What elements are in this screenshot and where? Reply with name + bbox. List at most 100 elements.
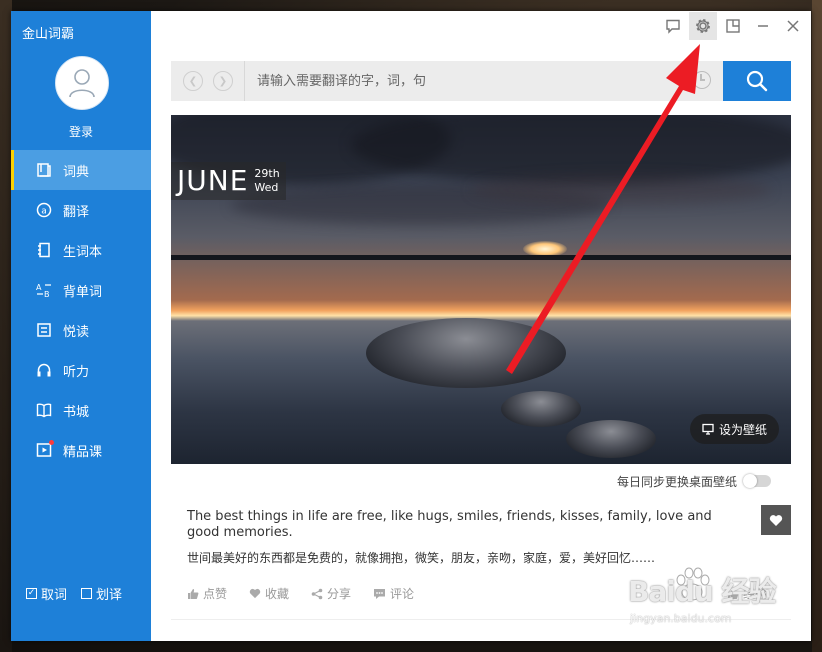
avatar[interactable] [55,56,109,110]
select-translate-checkbox[interactable] [81,588,93,599]
feedback-button[interactable] [659,12,687,40]
search-icon [746,70,768,92]
date-details: 29th Wed [254,167,279,195]
title-bar-controls [659,11,811,41]
wordbook-icon [35,241,53,259]
history-icon[interactable] [693,71,711,89]
option-label: 取词 [41,588,68,603]
minimize-icon [758,25,768,27]
set-wallpaper-label: 设为壁纸 [718,422,767,437]
date-month: JUNE [177,164,249,197]
flashcards-icon: AB [35,281,53,299]
share-label: 分享 [327,587,352,601]
forward-button[interactable]: ❯ [213,71,233,91]
rock [501,391,581,427]
new-badge [49,440,54,445]
svg-text:B: B [44,290,50,298]
close-icon [787,20,799,32]
settings-button[interactable] [689,12,717,40]
comment-label: 评论 [390,587,415,601]
set-wallpaper-button[interactable]: 设为壁纸 [689,414,779,444]
comment-icon [374,588,386,599]
sidebar-item-label: 精品课 [63,444,103,460]
chevron-left-icon: ❮ [188,75,198,87]
sidebar-item-label: 背单词 [63,284,103,300]
search-divider [244,61,245,101]
horizon [171,255,791,260]
sidebar-item-wordbook[interactable]: 生词本 [11,230,151,270]
favorite-button[interactable] [761,505,791,535]
option-select-translate[interactable]: 划译 [81,584,122,603]
sidebar-item-label: 词典 [63,164,90,180]
thumbs-up-icon [188,588,199,599]
mini-mode-icon [726,19,740,33]
heart-icon [249,588,261,599]
cloud [351,115,791,185]
comment-button[interactable]: 评论 [373,585,414,602]
sidebar-item-translate[interactable]: a 翻译 [11,190,151,230]
login-link[interactable]: 登录 [11,123,151,140]
date-badge: JUNE 29th Wed [171,162,286,200]
feedback-icon [666,19,680,34]
heart-icon [769,514,783,526]
like-button[interactable]: 点赞 [187,585,227,602]
headphones-icon [35,361,53,379]
course-icon [35,440,54,459]
search-button[interactable] [723,61,791,101]
like-label: 点赞 [203,587,228,601]
svg-text:A: A [36,283,42,292]
app-title: 金山词霸 [22,27,75,42]
mini-mode-button[interactable] [719,12,747,40]
option-word-capture[interactable]: ✓ 取词 [26,584,67,603]
collect-label: 收藏 [265,587,290,601]
close-button[interactable] [779,12,807,40]
option-label: 划译 [96,588,123,603]
dictionary-icon [35,161,53,179]
user-icon [69,69,95,98]
book-store-icon [35,401,53,419]
sidebar-item-label: 书城 [63,404,90,420]
rock [366,318,566,388]
sidebar-item-label: 悦读 [63,324,90,340]
quote-actions: 点赞 收藏 分享 评论 [187,585,414,602]
back-button[interactable]: ❮ [183,71,203,91]
sidebar-item-flashcards[interactable]: AB 背单词 [11,270,151,310]
chevron-right-icon: ❯ [218,75,228,87]
app-window: 金山词霸 登录 词典 a 翻译 生词本 A B 背单词 悦读 听力 书城 精品课… [11,11,811,641]
watermark-sub: jingyan.baidu.com [630,612,732,625]
sidebar-item-label: 生词本 [63,244,103,260]
share-icon [311,588,323,599]
monitor-icon [702,423,714,435]
sidebar-nav: 词典 a 翻译 生词本 AB 背单词 悦读 听力 书城 精品课 [11,150,151,470]
rock [566,420,656,458]
sidebar-options: ✓ 取词 划译 [26,584,122,603]
sidebar-item-listening[interactable]: 听力 [11,350,151,390]
daily-wallpaper: JUNE 29th Wed 设为壁纸 [171,115,791,464]
sync-toggle[interactable] [743,474,771,488]
sync-label: 每日同步更换桌面壁纸 [616,474,737,489]
word-capture-checkbox[interactable]: ✓ [26,588,37,599]
sidebar-item-reading[interactable]: 悦读 [11,310,151,350]
sidebar-item-dictionary[interactable]: 词典 [11,150,151,190]
gear-icon [696,19,710,33]
collect-button[interactable]: 收藏 [249,585,289,602]
minimize-button[interactable] [749,12,777,40]
watermark: Baidu 经验 jingyan.baidu.com [600,556,800,636]
quote-english: The best things in life are free, like h… [187,509,712,540]
search-input[interactable] [257,61,697,101]
sidebar-item-course[interactable]: 精品课 [11,430,151,470]
reading-icon [35,321,53,339]
sidebar-item-label: 翻译 [63,204,90,220]
date-day: 29th [254,167,280,180]
translate-icon: a [35,201,53,219]
sidebar-item-label: 听力 [63,364,90,380]
watermark-main: Baidu 经验 [628,575,777,608]
search-bar: ❮ ❯ [171,61,791,101]
sync-wallpaper-row: 每日同步更换桌面壁纸 [171,471,771,491]
date-weekday: Wed [254,181,279,194]
sidebar-item-book-store[interactable]: 书城 [11,390,151,430]
share-button[interactable]: 分享 [311,585,351,602]
sidebar: 金山词霸 登录 词典 a 翻译 生词本 A B 背单词 悦读 听力 书城 精品课… [11,11,151,641]
cloud [471,175,771,205]
svg-text:a: a [41,207,47,217]
